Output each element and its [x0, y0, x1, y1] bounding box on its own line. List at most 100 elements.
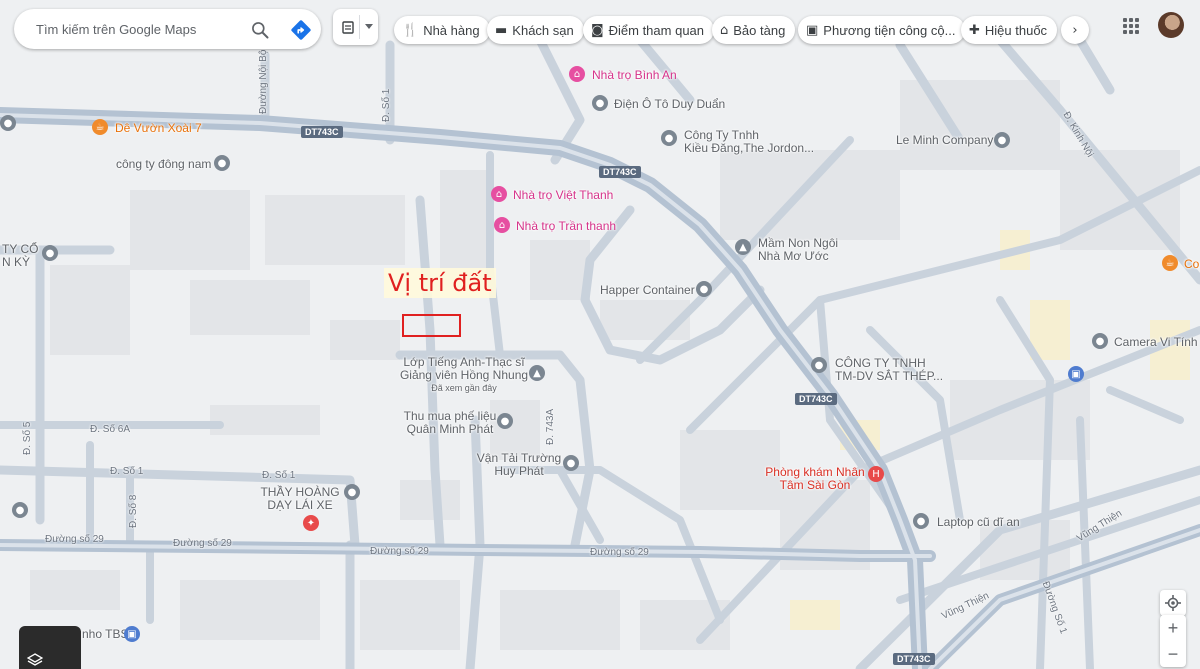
- place-label[interactable]: Nhà trọ Bình An: [592, 69, 677, 82]
- place-label[interactable]: DẠY LÁI XE: [258, 499, 342, 512]
- school-icon[interactable]: ▲: [529, 365, 545, 381]
- street-duong-noi-bo: Đường Nội Bộ: [258, 49, 269, 114]
- restaurant-icon[interactable]: ☕: [92, 119, 108, 135]
- place-label[interactable]: Nhà trọ Việt Thanh: [513, 189, 613, 202]
- shopping-icon[interactable]: ▣: [124, 626, 140, 642]
- chevron-down-icon[interactable]: [365, 24, 373, 30]
- road-sign-dt743c: DT743C: [599, 166, 641, 178]
- street-d-743a: Đ. 743A: [545, 408, 556, 445]
- place-pin-icon[interactable]: ●: [913, 513, 929, 529]
- layers-icon: [27, 653, 43, 666]
- hotel-icon: ▬: [495, 22, 508, 38]
- chip-label: Điểm tham quan: [608, 22, 705, 38]
- museum-icon: ⌂: [720, 22, 729, 38]
- street-d-so8: Đ. Số 8: [128, 494, 139, 528]
- place-label[interactable]: Kiều Đăng,The Jordon...: [684, 142, 814, 155]
- place-label[interactable]: công ty đông nam: [116, 158, 211, 171]
- directions-icon[interactable]: [290, 19, 312, 41]
- place-label[interactable]: Co: [1184, 258, 1199, 271]
- street-d-so1: Đ. Số 1: [381, 88, 392, 122]
- place-label[interactable]: Dê Vườn Xoài 7: [115, 122, 202, 135]
- chip-pharmacies[interactable]: ✚ Hiệu thuốc: [961, 16, 1058, 44]
- place-pin-icon[interactable]: ●: [592, 95, 608, 111]
- place-pin-icon[interactable]: ●: [661, 130, 677, 146]
- road-sign-dt743c: DT743C: [301, 126, 343, 138]
- road-sign-dt743c: DT743C: [795, 393, 837, 405]
- place-pin-icon[interactable]: ●: [42, 245, 58, 261]
- place-pin-icon[interactable]: ●: [1092, 333, 1108, 349]
- place-label[interactable]: Giảng viên Hồng Nhung: [396, 369, 532, 382]
- road-sign-dt743c: DT743C: [893, 653, 935, 665]
- place-label[interactable]: nho TBS: [82, 628, 128, 641]
- apps-grid-icon[interactable]: [1123, 18, 1139, 34]
- zoom-out-button[interactable]: −: [1160, 641, 1186, 667]
- chip-transit[interactable]: ▣ Phương tiện công cộ...: [798, 16, 966, 44]
- street-duong-so29: Đường số 29: [370, 546, 429, 557]
- land-location-annotation: Vị trí đất: [384, 268, 496, 298]
- recently-viewed-label: Đã xem gần đây: [431, 383, 497, 393]
- place-pin-icon[interactable]: ●: [563, 455, 579, 471]
- street-duong-so29: Đường số 29: [45, 534, 104, 545]
- place-label[interactable]: Điện Ô Tô Duy Duẩn: [614, 98, 725, 111]
- lodging-icon[interactable]: ⌂: [569, 66, 585, 82]
- zoom-in-button[interactable]: +: [1160, 615, 1186, 641]
- street-d-so1: Đ. Số 1: [110, 466, 144, 477]
- street-duong-so29: Đường số 29: [173, 538, 232, 549]
- my-location-icon: [1165, 595, 1181, 611]
- search-box[interactable]: [14, 9, 321, 49]
- place-pin-icon[interactable]: ●: [994, 132, 1010, 148]
- lodging-icon[interactable]: ⌂: [494, 217, 510, 233]
- search-icon[interactable]: [250, 20, 270, 40]
- place-pin-icon[interactable]: ●: [0, 115, 16, 131]
- place-pin-icon[interactable]: ●: [811, 357, 827, 373]
- place-label[interactable]: Nhà trọ Trần thanh: [516, 220, 616, 233]
- chips-next-button[interactable]: ›: [1061, 16, 1089, 44]
- hotel-icon: [342, 21, 354, 34]
- hospital-icon[interactable]: H: [868, 466, 884, 482]
- hotel-filter-button[interactable]: [333, 9, 378, 45]
- avatar[interactable]: [1158, 12, 1184, 38]
- chip-label: Khách sạn: [512, 22, 574, 38]
- school-icon[interactable]: ▲: [735, 239, 751, 255]
- place-label[interactable]: Camera Vi Tính: [1114, 336, 1198, 349]
- land-location-marker: [402, 314, 461, 337]
- restaurant-icon[interactable]: ☕: [1162, 255, 1178, 271]
- place-label[interactable]: Quân Minh Phát: [400, 423, 500, 436]
- place-label[interactable]: Tâm Sài Gòn: [765, 479, 865, 492]
- restaurant-icon: 🍴: [402, 22, 419, 38]
- place-label[interactable]: N KỲ: [2, 256, 30, 269]
- chip-attractions[interactable]: ◙ Điểm tham quan: [583, 16, 715, 44]
- place-label[interactable]: Le Minh Company: [896, 134, 993, 147]
- lodging-icon[interactable]: ⌂: [491, 186, 507, 202]
- place-pin-icon[interactable]: ●: [696, 281, 712, 297]
- camera-icon: ◙: [591, 22, 604, 38]
- place-label[interactable]: Laptop cũ dĩ an: [937, 516, 1020, 529]
- chip-label: Hiệu thuốc: [984, 22, 1048, 38]
- place-label[interactable]: TM-DV SẮT THÉP...: [835, 370, 943, 383]
- chip-label: Phương tiện công cộ...: [823, 22, 956, 38]
- layers-button[interactable]: [19, 626, 81, 669]
- place-pin-icon[interactable]: ●: [12, 502, 28, 518]
- chip-label: Nhà hàng: [423, 22, 480, 38]
- search-input[interactable]: [34, 20, 238, 38]
- chip-hotels[interactable]: ▬ Khách sạn: [487, 16, 584, 44]
- street-d-so5: Đ. Số 5: [22, 421, 33, 455]
- street-d-so6a: Đ. Số 6A: [90, 424, 131, 435]
- transit-icon: ▣: [806, 22, 819, 38]
- chip-restaurants[interactable]: 🍴 Nhà hàng: [394, 16, 490, 44]
- my-location-button[interactable]: [1160, 590, 1186, 616]
- street-d-so1: Đ. Số 1: [262, 470, 296, 481]
- place-pin-icon[interactable]: ●: [497, 413, 513, 429]
- chevron-right-icon: ›: [1072, 22, 1078, 38]
- place-label[interactable]: Happer Container: [600, 284, 695, 297]
- shopping-icon[interactable]: ▣: [1068, 366, 1084, 382]
- place-label[interactable]: Huy Phát: [474, 465, 564, 478]
- divider: [359, 15, 360, 39]
- zoom-control[interactable]: + −: [1160, 615, 1186, 667]
- place-label[interactable]: Nhà Mơ Ước: [758, 250, 829, 263]
- chip-label: Bảo tàng: [733, 22, 786, 38]
- chip-museums[interactable]: ⌂ Bảo tàng: [712, 16, 796, 44]
- place-pin-icon[interactable]: ●: [344, 484, 360, 500]
- place-pin-icon[interactable]: ●: [214, 155, 230, 171]
- store-icon[interactable]: ✦: [303, 515, 319, 531]
